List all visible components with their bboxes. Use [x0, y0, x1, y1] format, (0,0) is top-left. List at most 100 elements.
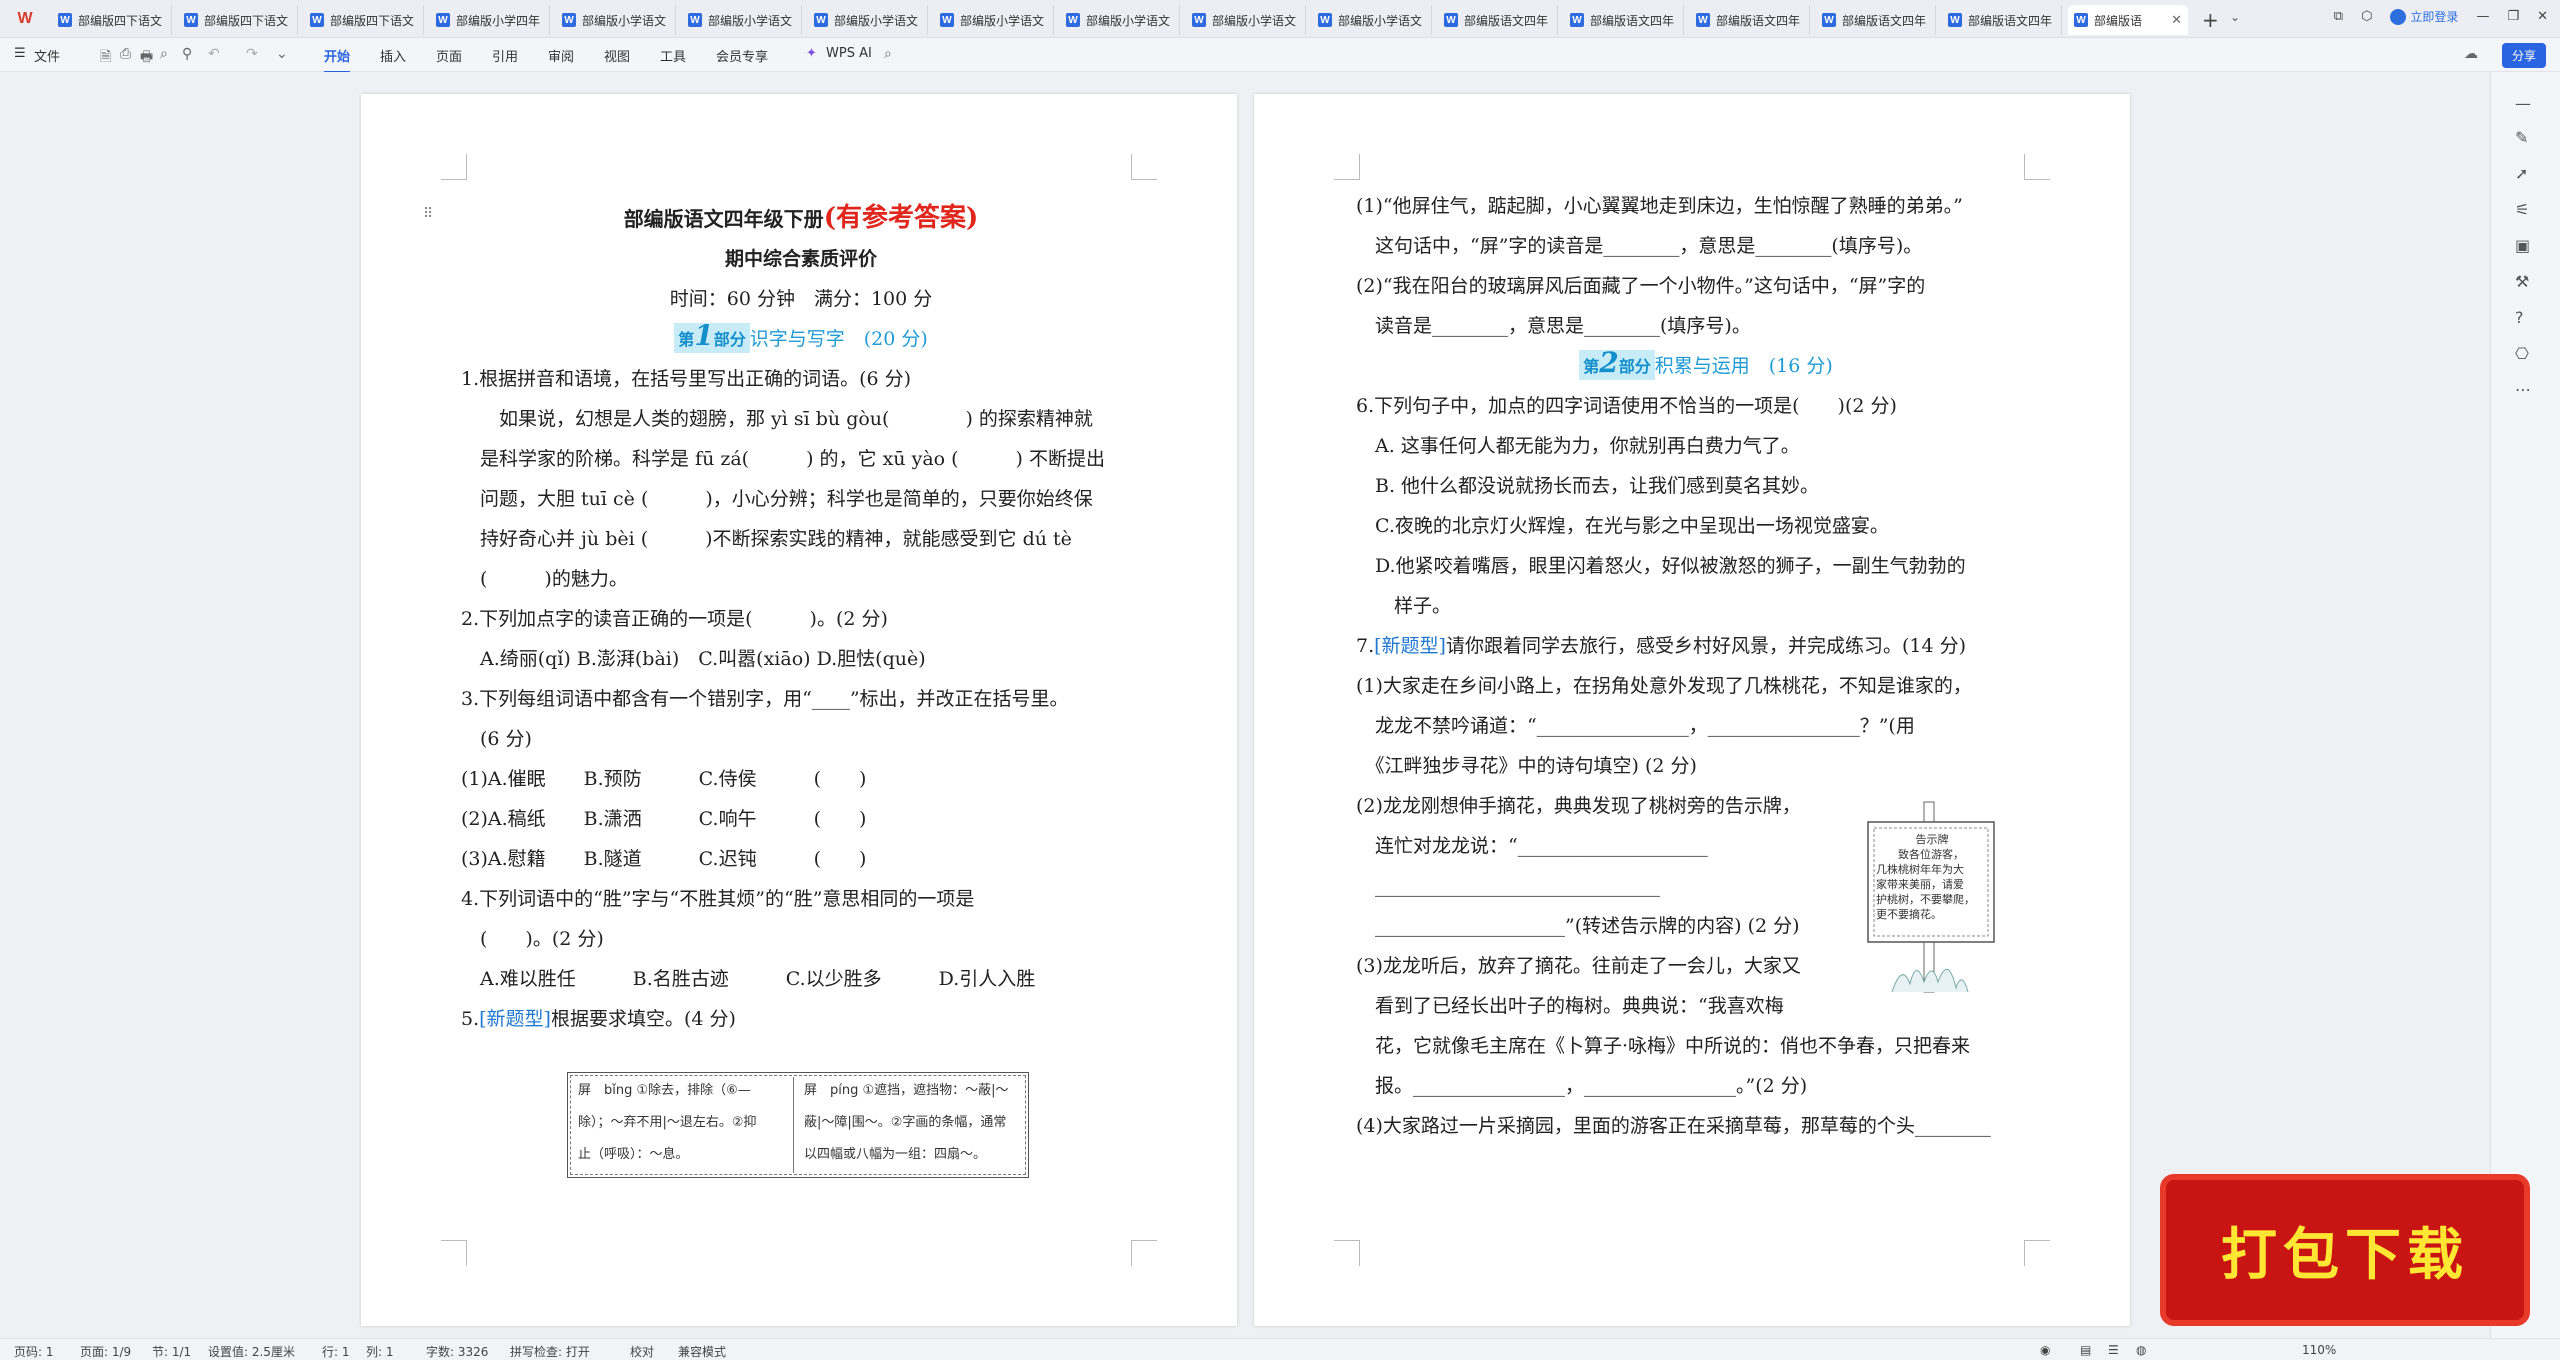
word-doc-icon: W [940, 13, 954, 27]
status-row[interactable]: 行: 1 [322, 1343, 350, 1360]
minimize-icon[interactable]: — [2476, 9, 2489, 24]
question-5: 5.[新题型]根据要求填空。(4 分) [461, 1008, 736, 1030]
document-tab[interactable]: W 部编版小学四年 [430, 5, 550, 35]
print-preview-icon[interactable]: ⌕ [160, 46, 168, 62]
sign-line: 几株桃树年年为大 [1876, 863, 1964, 876]
document-tab[interactable]: W 部编版小学语文 [556, 5, 676, 35]
restore-icon[interactable]: ❐ [2507, 9, 2519, 24]
wps-ai-button[interactable]: WPS AI [826, 46, 872, 61]
print-icon[interactable]: 🖶 [140, 46, 153, 70]
document-tab[interactable]: W 部编版小学语文 [934, 5, 1054, 35]
zoom-level[interactable]: 110% [2302, 1343, 2336, 1357]
crop-mark [1334, 1240, 1360, 1266]
document-tab[interactable]: W 部编版小学语文 [808, 5, 928, 35]
status-words[interactable]: 字数: 3326 [426, 1343, 488, 1360]
tab-tools[interactable]: 工具 [660, 46, 686, 65]
download-promo-banner[interactable]: 打包下载 [2160, 1174, 2530, 1326]
text-line: (1)大家走在乡间小路上，在拐角处意外发现了几株桃花，不知是谁家的， [1356, 675, 1972, 697]
sign-line: 家带来美丽，请爱 [1876, 878, 1964, 891]
document-tab[interactable]: W 部编版小学语文 [1312, 5, 1432, 35]
tab-list-chevron-icon[interactable]: ⌄ [2230, 10, 2240, 24]
page-2[interactable]: (1)“他屏住气，踮起脚，小心翼翼地走到床边，生怕惊醒了熟睡的弟弟。” 这句话中… [1254, 94, 2130, 1326]
promo-text: 打包下载 [2221, 1221, 2469, 1288]
clean-icon[interactable]: ⚲ [182, 46, 192, 62]
document-tab[interactable]: W 部编版语文四年 [1690, 5, 1810, 35]
sign-line: 致各位游客， [1876, 848, 1964, 861]
text-line: 是科学家的阶梯。科学是 fū zá( ) 的，它 xū yào ( ) 不断提出 [461, 448, 1105, 470]
tab-page[interactable]: 页面 [436, 46, 462, 65]
document-tab[interactable]: W 部编版四下语文 [52, 5, 172, 35]
text-line: 《江畔独步寻花》中的诗句填空) (2 分) [1356, 755, 1697, 777]
tab-home[interactable]: 开始 [324, 46, 351, 73]
plugin-icon[interactable]: ⎔ [2515, 344, 2529, 363]
text-line: D.他紧咬着嘴唇，眼里闪着怒火，好似被激怒的狮子，一副生气勃勃的 [1356, 555, 1966, 577]
page-view-icon[interactable]: ▤ [2080, 1343, 2091, 1357]
dictionary-line: 止（呼吸）：～息。 [578, 1147, 689, 1162]
word-doc-icon: W [1318, 13, 1332, 27]
status-compat[interactable]: 兼容模式 [678, 1343, 726, 1360]
eye-protect-icon[interactable]: ◉ [2040, 1343, 2050, 1357]
document-tab[interactable]: W 部编版语文四年 [1942, 5, 2062, 35]
collapse-icon[interactable]: — [2515, 94, 2531, 113]
adjust-icon[interactable]: ⚟ [2515, 200, 2529, 219]
text-line: 读音是________，意思是________(填序号)。 [1356, 315, 1751, 337]
tab-reference[interactable]: 引用 [492, 46, 518, 65]
text-line: 2.下列加点字的读音正确的一项是( )。(2 分) [461, 608, 888, 630]
crop-mark [2024, 1240, 2050, 1266]
close-icon[interactable]: ✕ [2537, 9, 2548, 24]
menu-icon[interactable]: ☰ [14, 46, 26, 61]
web-view-icon[interactable]: ◍ [2136, 1343, 2146, 1357]
status-spell[interactable]: 拼写检查: 打开 [510, 1343, 590, 1360]
status-col[interactable]: 列: 1 [366, 1343, 394, 1360]
more-chevron-icon[interactable]: ⌄ [276, 46, 288, 62]
close-tab-icon[interactable]: ✕ [2171, 13, 2182, 28]
text-line: 龙龙不禁吟诵道：“________________，______________… [1356, 715, 1915, 737]
document-canvas[interactable]: ⠿ 部编版语文四年级下册(有参考答案) 期中综合素质评价 时间：60 分钟 满分… [0, 72, 2490, 1338]
page-1[interactable]: ⠿ 部编版语文四年级下册(有参考答案) 期中综合素质评价 时间：60 分钟 满分… [361, 94, 1237, 1326]
status-pages[interactable]: 页面: 1/9 [80, 1343, 131, 1360]
export-pdf-icon[interactable]: ⎙ [120, 46, 131, 62]
more-icon[interactable]: ⋯ [2515, 380, 2531, 399]
image-icon[interactable]: ▣ [2515, 236, 2530, 255]
word-doc-icon: W [310, 13, 324, 27]
word-doc-icon: W [1822, 13, 1836, 27]
cloud-icon[interactable]: ☁ [2464, 46, 2478, 62]
document-tab[interactable]: W 部编版语 ✕ [2068, 5, 2188, 35]
document-tab[interactable]: W 部编版语文四年 [1816, 5, 1936, 35]
status-page[interactable]: 页码: 1 [14, 1343, 54, 1360]
help-icon[interactable]: ? [2515, 308, 2524, 327]
tab-view[interactable]: 视图 [604, 46, 630, 65]
login-button[interactable]: 立即登录 [2390, 8, 2458, 25]
tab-member[interactable]: 会员专享 [716, 46, 768, 65]
document-tab[interactable]: W 部编版语文四年 [1438, 5, 1558, 35]
share-button[interactable]: 分享 [2501, 43, 2546, 68]
select-cursor-icon[interactable]: ➚ [2515, 164, 2528, 183]
wps-logo-icon[interactable]: W [8, 6, 42, 32]
tab-bar: W W 部编版四下语文 W 部编版四下语文 W 部编版四下语文 W 部编版小学四年 W 部编版小学… [0, 0, 2560, 38]
tab-insert[interactable]: 插入 [380, 46, 406, 65]
status-setting[interactable]: 设置值: 2.5厘米 [208, 1343, 295, 1360]
document-tab[interactable]: W 部编版小学语文 [1060, 5, 1180, 35]
new-tab-plus-icon[interactable]: + [2202, 8, 2219, 32]
undo-icon[interactable]: ↶ [208, 46, 220, 62]
document-tab[interactable]: W 部编版语文四年 [1564, 5, 1684, 35]
file-menu[interactable]: 文件 [34, 46, 60, 65]
outline-view-icon[interactable]: ☰ [2108, 1343, 2119, 1357]
edit-pen-icon[interactable]: ✎ [2515, 128, 2528, 147]
tools-icon[interactable]: ⚒ [2515, 272, 2529, 291]
status-proof[interactable]: 校对 [630, 1343, 654, 1360]
redo-icon[interactable]: ↷ [246, 46, 258, 62]
document-tab[interactable]: W 部编版小学语文 [1186, 5, 1306, 35]
document-tab[interactable]: W 部编版四下语文 [178, 5, 298, 35]
status-section[interactable]: 节: 1/1 [152, 1343, 191, 1360]
search-icon[interactable]: ⌕ [884, 46, 892, 62]
cube-icon[interactable]: ⬡ [2361, 9, 2372, 24]
login-label: 立即登录 [2410, 10, 2459, 24]
save-icon[interactable]: 🗎 [100, 46, 111, 70]
tab-review[interactable]: 审阅 [548, 46, 574, 65]
drag-handle-icon[interactable]: ⠿ [423, 206, 433, 222]
document-tab[interactable]: W 部编版小学语文 [682, 5, 802, 35]
tab-label: 部编版四下语文 [204, 13, 289, 28]
window-layout-icon[interactable]: ⧉ [2334, 9, 2343, 24]
document-tab[interactable]: W 部编版四下语文 [304, 5, 424, 35]
